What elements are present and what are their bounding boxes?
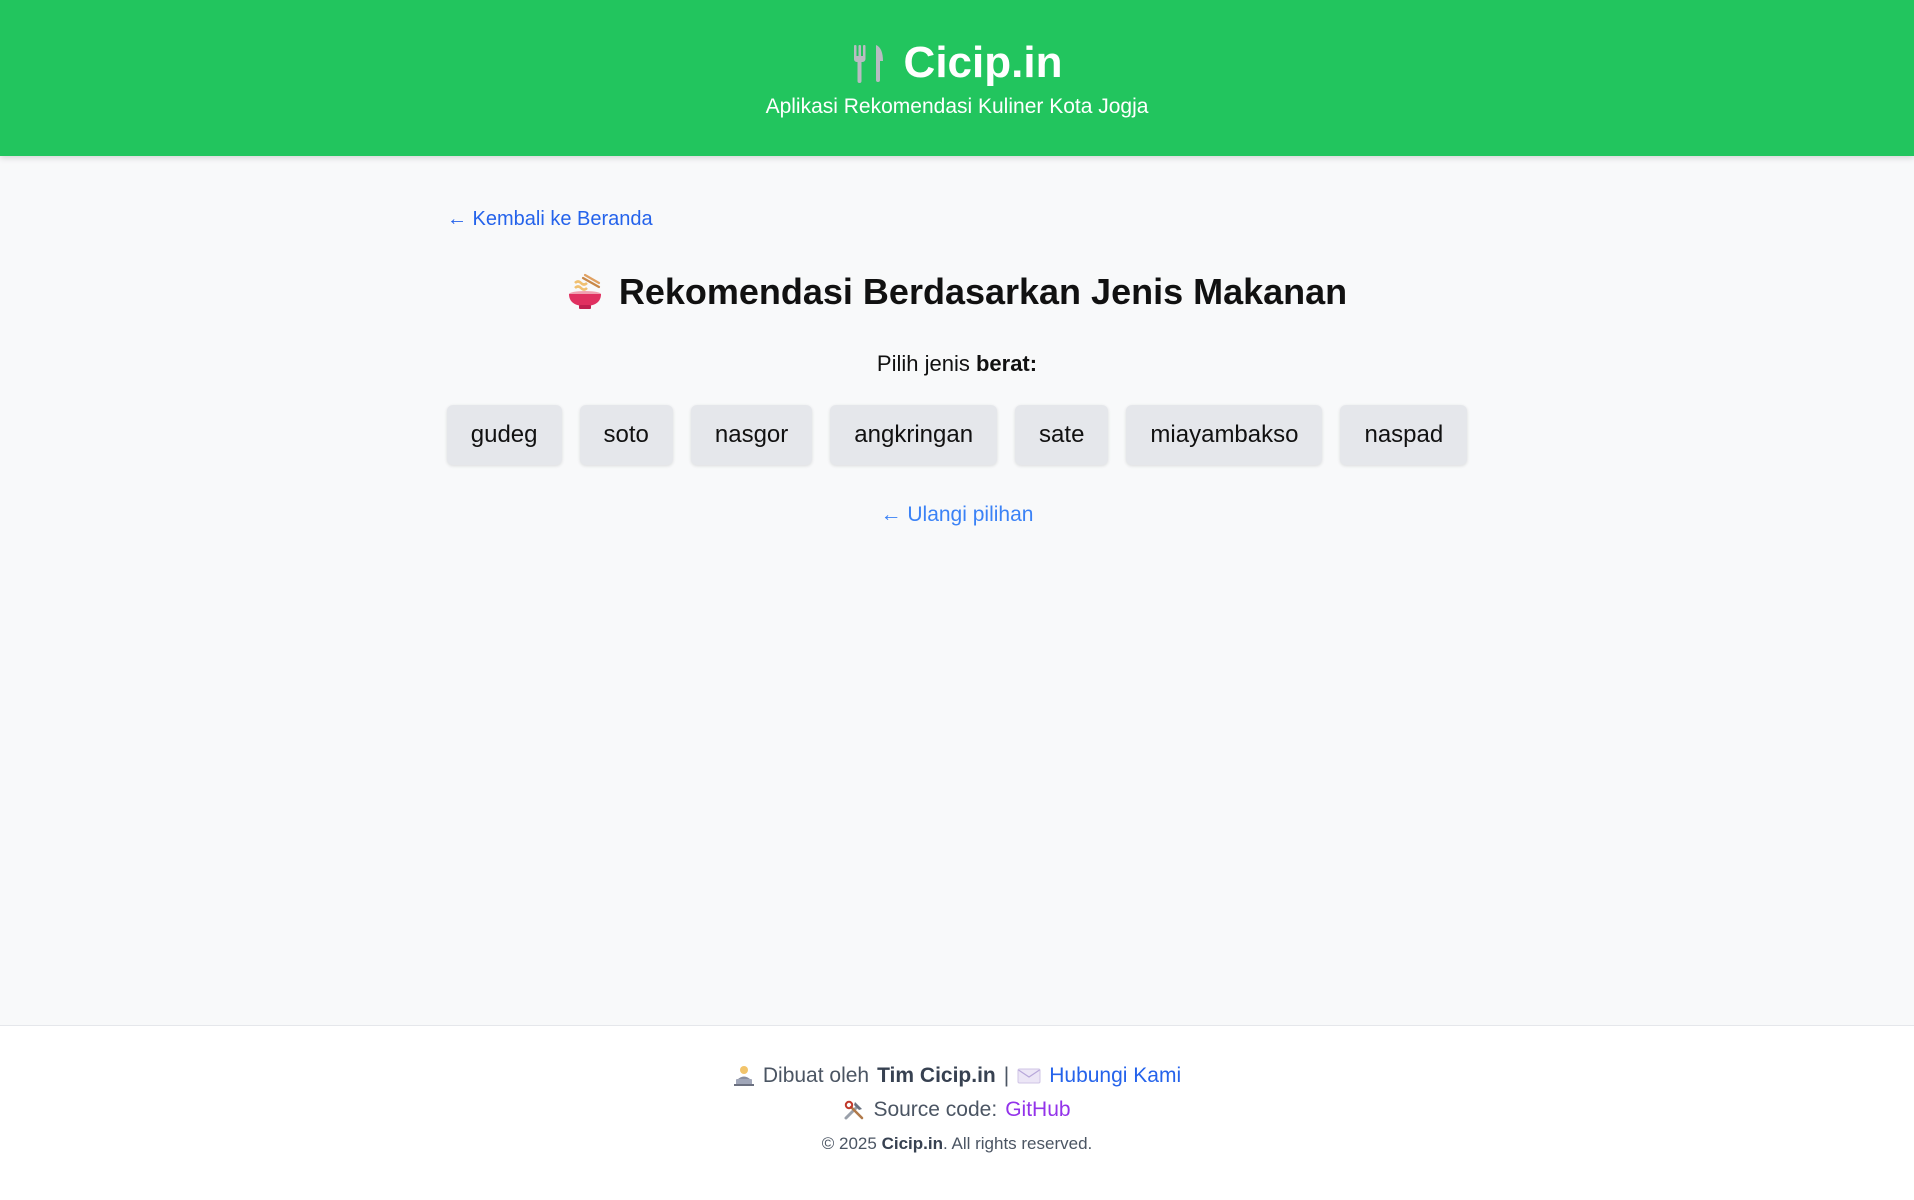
- back-to-home-link[interactable]: ← Kembali ke Beranda: [447, 208, 653, 231]
- copyright-brand: Cicip.in: [881, 1134, 943, 1153]
- option-button-nasgor[interactable]: nasgor: [690, 405, 813, 465]
- github-link[interactable]: GitHub: [1005, 1098, 1070, 1122]
- option-button-miayambakso[interactable]: miayambakso: [1126, 405, 1323, 465]
- option-button-angkringan[interactable]: angkringan: [830, 405, 998, 465]
- site-header: Cicip.in Aplikasi Rekomendasi Kuliner Ko…: [0, 0, 1914, 156]
- site-title: Cicip.in: [903, 38, 1063, 87]
- option-button-gudeg[interactable]: gudeg: [446, 405, 562, 465]
- made-by-label: Dibuat oleh: [762, 1064, 870, 1087]
- option-button-sate[interactable]: sate: [1015, 405, 1109, 465]
- prompt-category: berat: [975, 351, 1030, 376]
- footer-credits: Dibuat oleh Tim Cicip.in | Hubungi Kami: [0, 1064, 1914, 1088]
- site-tagline: Aplikasi Rekomendasi Kuliner Kota Jogja: [765, 95, 1149, 118]
- page-title-text: Rekomendasi Berdasarkan Jenis Makanan: [618, 271, 1348, 312]
- food-options: gudeg soto nasgor angkringan sate miayam…: [446, 405, 1468, 465]
- team-name: Tim Cicip.in: [877, 1064, 996, 1087]
- page-title: Rekomendasi Berdasarkan Jenis Makanan: [447, 271, 1467, 313]
- option-button-soto[interactable]: soto: [579, 405, 673, 465]
- main-content: ← Kembali ke Beranda Rekomendasi Berdasa…: [446, 156, 1468, 527]
- retry-row: ← Ulangi pilihan: [447, 503, 1467, 527]
- copyright-suffix: . All rights reserved.: [942, 1134, 1093, 1153]
- retry-choice-link[interactable]: ← Ulangi pilihan: [881, 503, 1034, 526]
- footer-source: Source code: GitHub: [0, 1098, 1914, 1122]
- site-footer: Dibuat oleh Tim Cicip.in | Hubungi Kami …: [0, 1025, 1914, 1200]
- contact-us-link[interactable]: Hubungi Kami: [1049, 1064, 1181, 1088]
- copyright-prefix: © 2025: [821, 1134, 877, 1153]
- fork-knife-icon: [852, 43, 886, 83]
- copyright: © 2025 Cicip.in. All rights reserved.: [0, 1134, 1914, 1154]
- prompt-suffix: :: [1029, 351, 1038, 376]
- person-at-laptop-icon: [733, 1065, 755, 1087]
- envelope-icon: [1017, 1067, 1041, 1085]
- source-code-label: Source code:: [873, 1098, 998, 1121]
- choice-prompt: Pilih jenis berat:: [447, 351, 1467, 377]
- tools-icon: [843, 1099, 865, 1121]
- footer-separator: |: [1003, 1064, 1010, 1087]
- brand: Cicip.in: [852, 38, 1063, 87]
- prompt-prefix: Pilih jenis: [876, 351, 976, 376]
- option-button-naspad[interactable]: naspad: [1340, 405, 1468, 465]
- noodle-bowl-icon: [567, 273, 603, 311]
